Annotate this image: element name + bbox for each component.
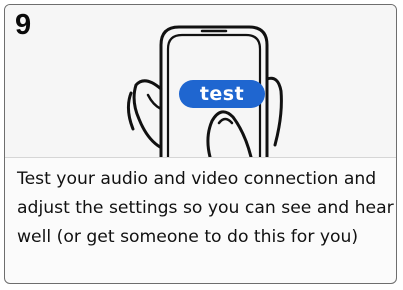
test-button: test xyxy=(179,80,265,108)
step-card: 9 test Test your audio and video connect… xyxy=(4,4,397,284)
left-hand-icon xyxy=(126,79,163,149)
step-illustration: 9 test xyxy=(5,5,396,158)
step-description: Test your audio and video connection and… xyxy=(17,169,394,247)
